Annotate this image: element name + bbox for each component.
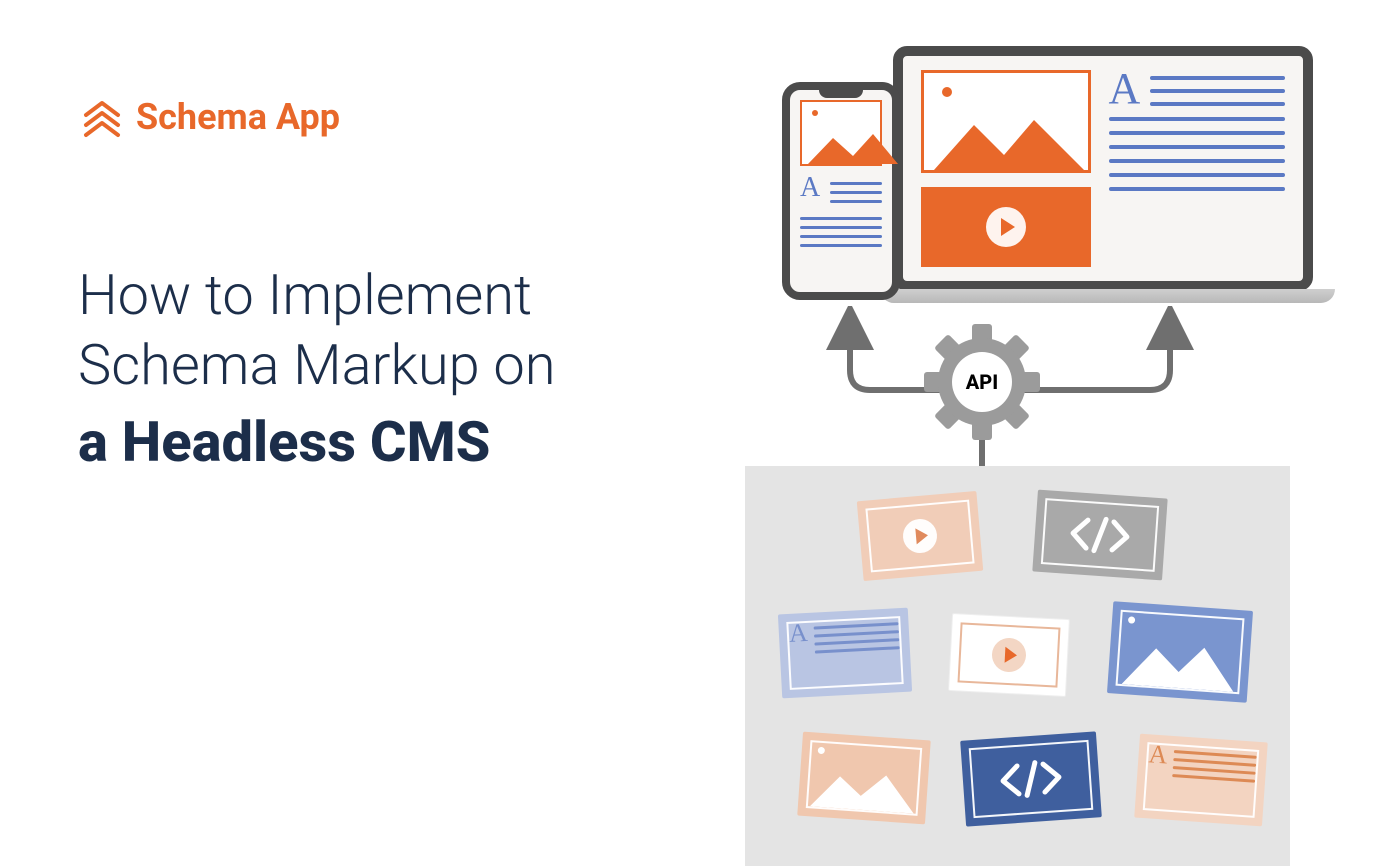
video-tile-icon: [921, 187, 1091, 267]
text-lines-icon: [1109, 117, 1285, 267]
text-card-icon: A: [1134, 734, 1268, 827]
text-lines-icon: [800, 211, 882, 247]
laptop-screen: A: [893, 46, 1313, 291]
page-title: How to Implement Schema Markup on a Head…: [78, 260, 678, 479]
image-tile-icon: [800, 100, 882, 166]
brand-logo-text: Schema App: [136, 96, 340, 138]
api-label: API: [966, 370, 998, 394]
video-card-icon: [948, 613, 1070, 697]
title-line-1: How to Implement: [78, 260, 678, 330]
title-line-3: a Headless CMS: [78, 406, 678, 479]
code-card-icon: [1032, 490, 1167, 581]
phone-device-icon: A: [782, 82, 900, 300]
brand-logo: Schema App: [80, 95, 340, 139]
code-card-icon: [960, 731, 1102, 826]
play-icon: [986, 207, 1026, 247]
text-glyph-icon: A: [1109, 70, 1141, 107]
title-line-2: Schema Markup on: [78, 330, 678, 400]
image-tile-icon: [921, 70, 1091, 173]
image-card-icon: [1107, 601, 1253, 703]
brand-logo-icon: [80, 95, 124, 139]
api-gear-icon: API: [922, 322, 1042, 442]
content-repository: A A: [745, 466, 1290, 866]
text-block-icon: A: [800, 176, 882, 203]
image-card-icon: [797, 732, 931, 825]
text-block-icon: A: [1109, 70, 1285, 107]
laptop-device-icon: A: [880, 46, 1325, 306]
text-card-icon: A: [778, 608, 912, 699]
video-card-icon: [857, 491, 984, 581]
headless-cms-diagram: A A: [750, 46, 1350, 826]
text-glyph-icon: A: [800, 176, 820, 203]
